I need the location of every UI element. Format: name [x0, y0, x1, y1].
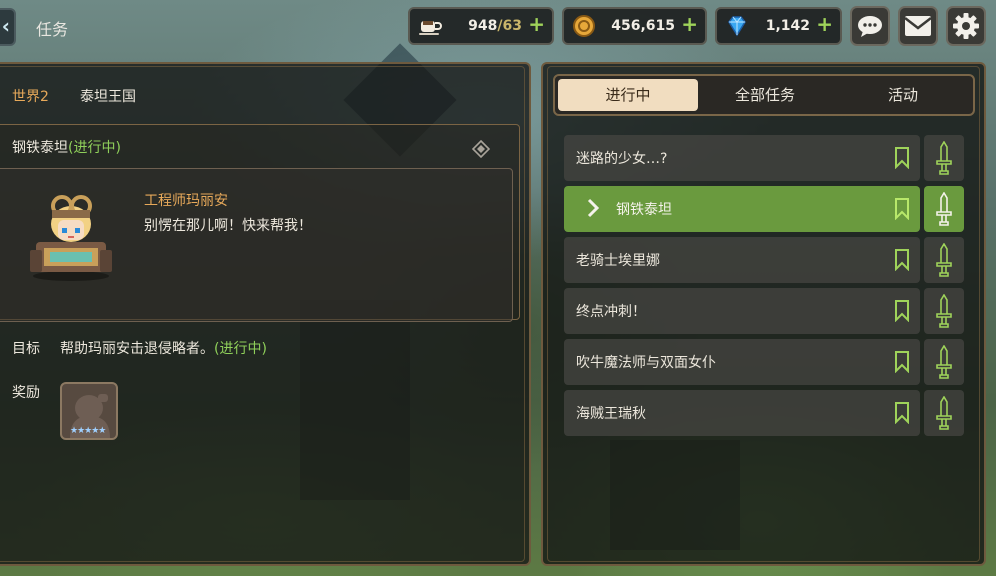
world-name: 泰坦王国	[80, 89, 136, 105]
npc-dialog-text: 别愣在那儿啊！快来帮我！	[144, 218, 312, 234]
goal-text: 帮助玛丽安击退侵略者。(进行中)	[60, 341, 267, 357]
mail-button[interactable]	[898, 6, 938, 46]
tab-all-quests[interactable]: 全部任务	[695, 79, 835, 111]
quest-row[interactable]: 海贼王瑞秋	[564, 390, 920, 436]
tab-events[interactable]: 活动	[833, 79, 973, 111]
quest-row[interactable]: 吹牛魔法师与双面女仆	[564, 339, 920, 385]
go-to-quest-button[interactable]	[924, 339, 964, 385]
reward-label: 奖励	[12, 385, 40, 401]
chevron-right-icon	[587, 198, 600, 218]
go-to-quest-button[interactable]	[924, 237, 964, 283]
quest-row[interactable]: 终点冲刺！	[564, 288, 920, 334]
go-to-quest-button[interactable]	[924, 186, 964, 232]
go-to-quest-button[interactable]	[924, 135, 964, 181]
gold-counter: 456,615 +	[562, 7, 707, 45]
go-to-quest-button[interactable]	[924, 390, 964, 436]
sword-icon	[936, 396, 952, 430]
quest-row-label: 吹牛魔法师与双面女仆	[576, 355, 716, 371]
sword-icon	[936, 294, 952, 328]
tab-in-progress[interactable]: 进行中	[558, 79, 698, 111]
reward-item-slot[interactable]: ★★★★★	[60, 382, 118, 440]
bookmark-icon[interactable]	[894, 300, 910, 322]
quest-row-label: 钢铁泰坦	[616, 202, 672, 218]
coffee-cup-icon	[419, 21, 442, 35]
quest-title: 钢铁泰坦(进行中)	[12, 140, 121, 156]
chat-button[interactable]	[850, 6, 890, 46]
add-gold-button[interactable]: +	[681, 12, 698, 36]
npc-name: 工程师玛丽安	[144, 193, 228, 209]
page-title: 任务	[36, 20, 69, 39]
goal-label: 目标	[12, 341, 40, 357]
quest-row-selected[interactable]: 钢铁泰坦	[564, 186, 920, 232]
quest-row-label: 迷路的少女…?	[576, 151, 668, 167]
sword-icon	[936, 243, 952, 277]
gem-value: 1,142	[765, 18, 810, 34]
bookmark-icon[interactable]	[894, 249, 910, 271]
world-label: 世界2	[12, 89, 49, 105]
stamina-value: 948/63	[468, 18, 522, 34]
quest-row-label: 终点冲刺！	[576, 304, 646, 320]
reward-star-rating: ★★★★★	[70, 426, 106, 436]
blue-gem-icon	[728, 16, 746, 37]
chat-bubble-icon	[858, 16, 882, 37]
gear-icon	[953, 13, 979, 39]
bookmark-icon[interactable]	[894, 147, 910, 169]
go-to-quest-button[interactable]	[924, 288, 964, 334]
mail-icon	[904, 16, 932, 36]
back-button[interactable]: ‹	[0, 8, 16, 46]
npc-portrait-engineer	[30, 195, 112, 281]
quest-row[interactable]: 老骑士埃里娜	[564, 237, 920, 283]
sword-icon	[936, 141, 952, 175]
stamina-counter: 948/63 +	[408, 7, 554, 45]
gold-value: 456,615	[611, 18, 675, 34]
chevron-left-icon: ‹	[1, 14, 10, 38]
settings-button[interactable]	[946, 6, 986, 46]
bookmark-icon[interactable]	[894, 402, 910, 424]
quest-row-label: 海贼王瑞秋	[576, 406, 646, 422]
sword-icon	[936, 192, 952, 226]
add-stamina-button[interactable]: +	[528, 12, 545, 36]
bookmark-icon[interactable]	[894, 198, 910, 220]
quest-row-label: 老骑士埃里娜	[576, 253, 660, 269]
locate-diamond-icon[interactable]	[472, 140, 490, 158]
gem-counter: 1,142 +	[715, 7, 842, 45]
quest-tabs: 进行中 全部任务 活动	[553, 74, 975, 116]
sword-icon	[936, 345, 952, 379]
bookmark-icon[interactable]	[894, 351, 910, 373]
quest-row[interactable]: 迷路的少女…?	[564, 135, 920, 181]
gold-coin-icon	[573, 15, 595, 37]
add-gems-button[interactable]: +	[816, 12, 833, 36]
